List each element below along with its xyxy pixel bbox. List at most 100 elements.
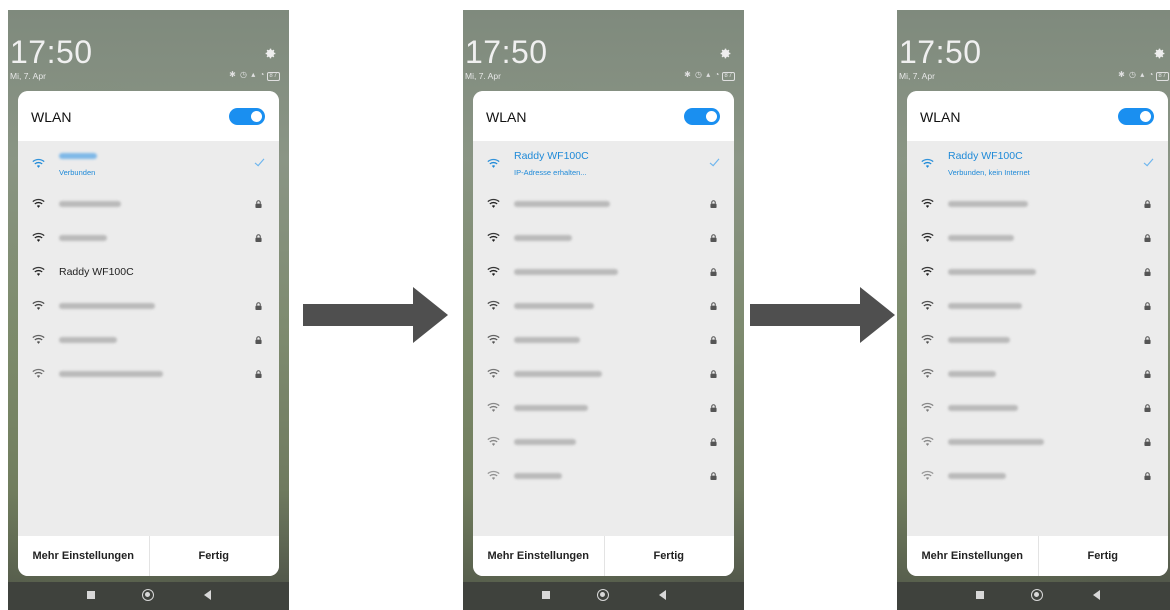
network-name-redacted — [514, 269, 618, 275]
lock-icon — [1144, 438, 1151, 446]
wlan-title: WLAN — [486, 109, 527, 125]
network-row[interactable] — [18, 221, 279, 255]
network-row[interactable] — [18, 187, 279, 221]
battery-icon: 87 — [722, 72, 735, 81]
network-row[interactable] — [907, 187, 1168, 221]
connection-status: Verbunden, kein Internet — [948, 168, 1030, 177]
network-name-redacted — [59, 303, 155, 309]
system-icons: ✱ ◷ ▴ ◔ 87 — [229, 70, 280, 81]
more-settings-button[interactable]: Mehr Einstellungen — [907, 536, 1038, 576]
network-row[interactable] — [18, 323, 279, 357]
network-name-redacted — [948, 235, 1014, 241]
system-icons: ✱ ◷ ▴ ◔ 87 — [1118, 70, 1169, 81]
wlan-panel: WLAN Raddy WF100C IP-Adresse erhalten... … — [473, 91, 734, 576]
network-row[interactable] — [473, 459, 734, 493]
network-name-redacted — [514, 201, 610, 207]
connected-network-row[interactable]: Raddy WF100C Verbunden, kein Internet — [907, 141, 1168, 187]
network-row[interactable] — [907, 289, 1168, 323]
wlan-toggle[interactable] — [684, 108, 720, 125]
network-row[interactable] — [473, 391, 734, 425]
more-settings-button[interactable]: Mehr Einstellungen — [18, 536, 149, 576]
network-row[interactable] — [473, 357, 734, 391]
lock-icon — [710, 302, 717, 310]
wifi-signal-icon — [487, 300, 500, 310]
network-row[interactable] — [907, 221, 1168, 255]
panel-footer: Mehr Einstellungen Fertig — [907, 536, 1168, 576]
back-icon[interactable] — [204, 590, 211, 600]
gear-icon[interactable] — [719, 47, 732, 60]
wifi-signal-icon — [921, 232, 934, 242]
network-name-redacted — [948, 201, 1028, 207]
done-button[interactable]: Fertig — [604, 536, 735, 576]
done-button[interactable]: Fertig — [149, 536, 280, 576]
lock-icon — [255, 200, 262, 208]
network-row[interactable]: Raddy WF100C — [18, 255, 279, 289]
phone-screen-2: 17:50 Mi, 7. Apr ✱ ◷ ▴ ◔ 87 WLAN Raddy WF… — [463, 10, 744, 610]
network-row[interactable] — [907, 459, 1168, 493]
recents-icon[interactable] — [87, 591, 95, 599]
wlan-toggle[interactable] — [1118, 108, 1154, 125]
gear-icon[interactable] — [264, 47, 277, 60]
phone-screen-1: 17:50 Mi, 7. Apr ✱ ◷ ▴ ◔ 87 WLAN Verbunde… — [8, 10, 289, 610]
toggle-knob — [1140, 111, 1151, 122]
wlan-header: WLAN — [473, 91, 734, 141]
lock-icon — [710, 472, 717, 480]
navigation-bar — [897, 582, 1170, 610]
wlan-toggle[interactable] — [229, 108, 265, 125]
wifi-signal-icon — [487, 266, 500, 276]
date: Mi, 7. Apr — [465, 71, 501, 81]
lock-icon — [1144, 200, 1151, 208]
wlan-panel: WLAN Raddy WF100C Verbunden, kein Interne… — [907, 91, 1168, 576]
checkmark-icon — [254, 158, 265, 167]
wifi-signal-icon — [487, 334, 500, 344]
status-bar: 17:50 Mi, 7. Apr ✱ ◷ ▴ ◔ 87 — [8, 10, 289, 81]
connection-status: Verbunden — [59, 168, 96, 177]
wifi-signal-icon — [487, 232, 500, 242]
network-row[interactable] — [907, 357, 1168, 391]
wifi-signal-icon — [32, 232, 45, 242]
wifi-signal-icon — [921, 470, 934, 480]
wifi-signal-icon — [32, 266, 45, 276]
wifi-signal-icon — [921, 158, 934, 168]
connected-network-row[interactable]: Raddy WF100C IP-Adresse erhalten... — [473, 141, 734, 187]
lock-icon — [710, 370, 717, 378]
network-row[interactable] — [907, 425, 1168, 459]
back-icon[interactable] — [1093, 590, 1100, 600]
recents-icon[interactable] — [542, 591, 550, 599]
network-name-redacted — [514, 371, 602, 377]
gear-icon[interactable] — [1153, 47, 1166, 60]
recents-icon[interactable] — [976, 591, 984, 599]
network-row[interactable] — [473, 221, 734, 255]
lock-icon — [255, 234, 262, 242]
network-row[interactable] — [18, 357, 279, 391]
network-row[interactable] — [907, 391, 1168, 425]
network-name-redacted — [948, 405, 1018, 411]
network-row[interactable] — [907, 323, 1168, 357]
home-icon[interactable] — [597, 589, 609, 601]
checkmark-icon — [1143, 158, 1154, 167]
status-bar: 17:50 Mi, 7. Apr ✱ ◷ ▴ ◔ 87 — [897, 10, 1170, 81]
home-icon[interactable] — [1031, 589, 1043, 601]
network-row[interactable] — [473, 187, 734, 221]
network-name-redacted — [59, 201, 121, 207]
network-row[interactable] — [907, 255, 1168, 289]
network-name-redacted — [514, 337, 580, 343]
network-list: Raddy WF100C Verbunden, kein Internet — [907, 141, 1168, 493]
wifi-signal-icon — [487, 470, 500, 480]
network-row[interactable] — [473, 255, 734, 289]
network-row[interactable] — [473, 289, 734, 323]
done-button[interactable]: Fertig — [1038, 536, 1169, 576]
clock: 17:50 — [10, 34, 93, 70]
home-icon[interactable] — [142, 589, 154, 601]
wifi-signal-icon — [32, 334, 45, 344]
network-name: Raddy WF100C — [948, 150, 1023, 162]
back-icon[interactable] — [659, 590, 666, 600]
network-name-redacted — [514, 439, 576, 445]
network-row[interactable] — [473, 425, 734, 459]
network-row[interactable] — [18, 289, 279, 323]
battery-icon: 87 — [267, 72, 280, 81]
wifi-signal-icon — [921, 266, 934, 276]
network-row[interactable] — [473, 323, 734, 357]
more-settings-button[interactable]: Mehr Einstellungen — [473, 536, 604, 576]
connected-network-row[interactable]: Verbunden — [18, 141, 279, 187]
